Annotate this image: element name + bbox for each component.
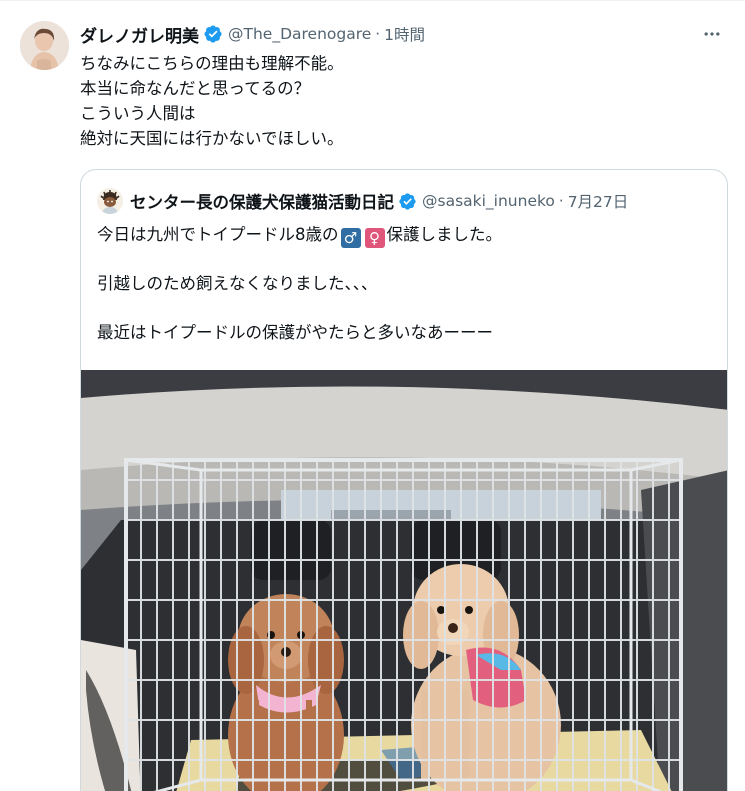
author-handle[interactable]: @The_Darenogare <box>228 25 371 43</box>
quoted-tweet[interactable]: センター長の保護犬保護猫活動日記 @sasaki_inuneko · 7月27日… <box>80 169 728 791</box>
quoted-text-line: 今日は九州でトイプードル8歳の ♂ ♀ 保護しました。 <box>97 222 717 248</box>
female-sign-emoji-icon: ♀ <box>364 228 385 248</box>
meta-separator: · <box>375 25 381 43</box>
avatar-photo <box>20 21 69 70</box>
author-avatar[interactable] <box>20 21 69 70</box>
photo-two-poodles-in-cage <box>81 370 727 791</box>
verified-badge-icon <box>399 192 416 210</box>
tweet-text-line: ちなみにこちらの理由も理解不能。 <box>80 54 344 73</box>
quoted-text-line: 引越しのため飼えなくなりました、、、 <box>97 274 378 293</box>
quoted-text-segment: 今日は九州でトイプードル8歳の <box>97 225 339 244</box>
quoted-tweet-date[interactable]: 7月27日 <box>568 190 629 212</box>
tweet[interactable]: ダレノガレ明美 @The_Darenogare · 1時間 ちなみにこちらの理由… <box>0 0 745 791</box>
tweet-text-line: 本当に命なんだと思ってるの？ <box>80 79 311 98</box>
tweet-timestamp[interactable]: 1時間 <box>384 23 425 45</box>
quoted-tweet-header: センター長の保護犬保護猫活動日記 @sasaki_inuneko · 7月27日 <box>97 188 629 214</box>
quoted-author-avatar[interactable] <box>97 188 123 214</box>
quoted-author-display-name[interactable]: センター長の保護犬保護猫活動日記 <box>130 189 394 213</box>
tweet-header: ダレノガレ明美 @The_Darenogare · 1時間 <box>80 21 729 47</box>
meta-separator: · <box>558 192 564 210</box>
tweet-text-line: こういう人間は <box>80 104 196 123</box>
more-horizontal-icon[interactable] <box>695 19 729 49</box>
verified-badge-icon <box>204 25 222 43</box>
quoted-author-handle[interactable]: @sasaki_inuneko <box>422 192 555 210</box>
quoted-tweet-text: 今日は九州でトイプードル8歳の ♂ ♀ 保護しました。 引越しのため飼えなくなりました… <box>97 222 717 345</box>
quoted-text-line: 最近はトイプードルの保護がやたらと多いなあーーー <box>97 323 493 342</box>
author-display-name[interactable]: ダレノガレ明美 <box>80 22 199 47</box>
avatar-illustration <box>97 188 123 214</box>
tweet-text-line: 絶対に天国には行かないでほしい。 <box>80 129 344 148</box>
quoted-text-segment: 保護しました。 <box>386 225 503 244</box>
quoted-tweet-photo[interactable] <box>81 370 727 791</box>
tweet-text: ちなみにこちらの理由も理解不能。 本当に命なんだと思ってるの？ こういう人間は … <box>80 51 720 151</box>
male-sign-emoji-icon: ♂ <box>340 228 361 248</box>
